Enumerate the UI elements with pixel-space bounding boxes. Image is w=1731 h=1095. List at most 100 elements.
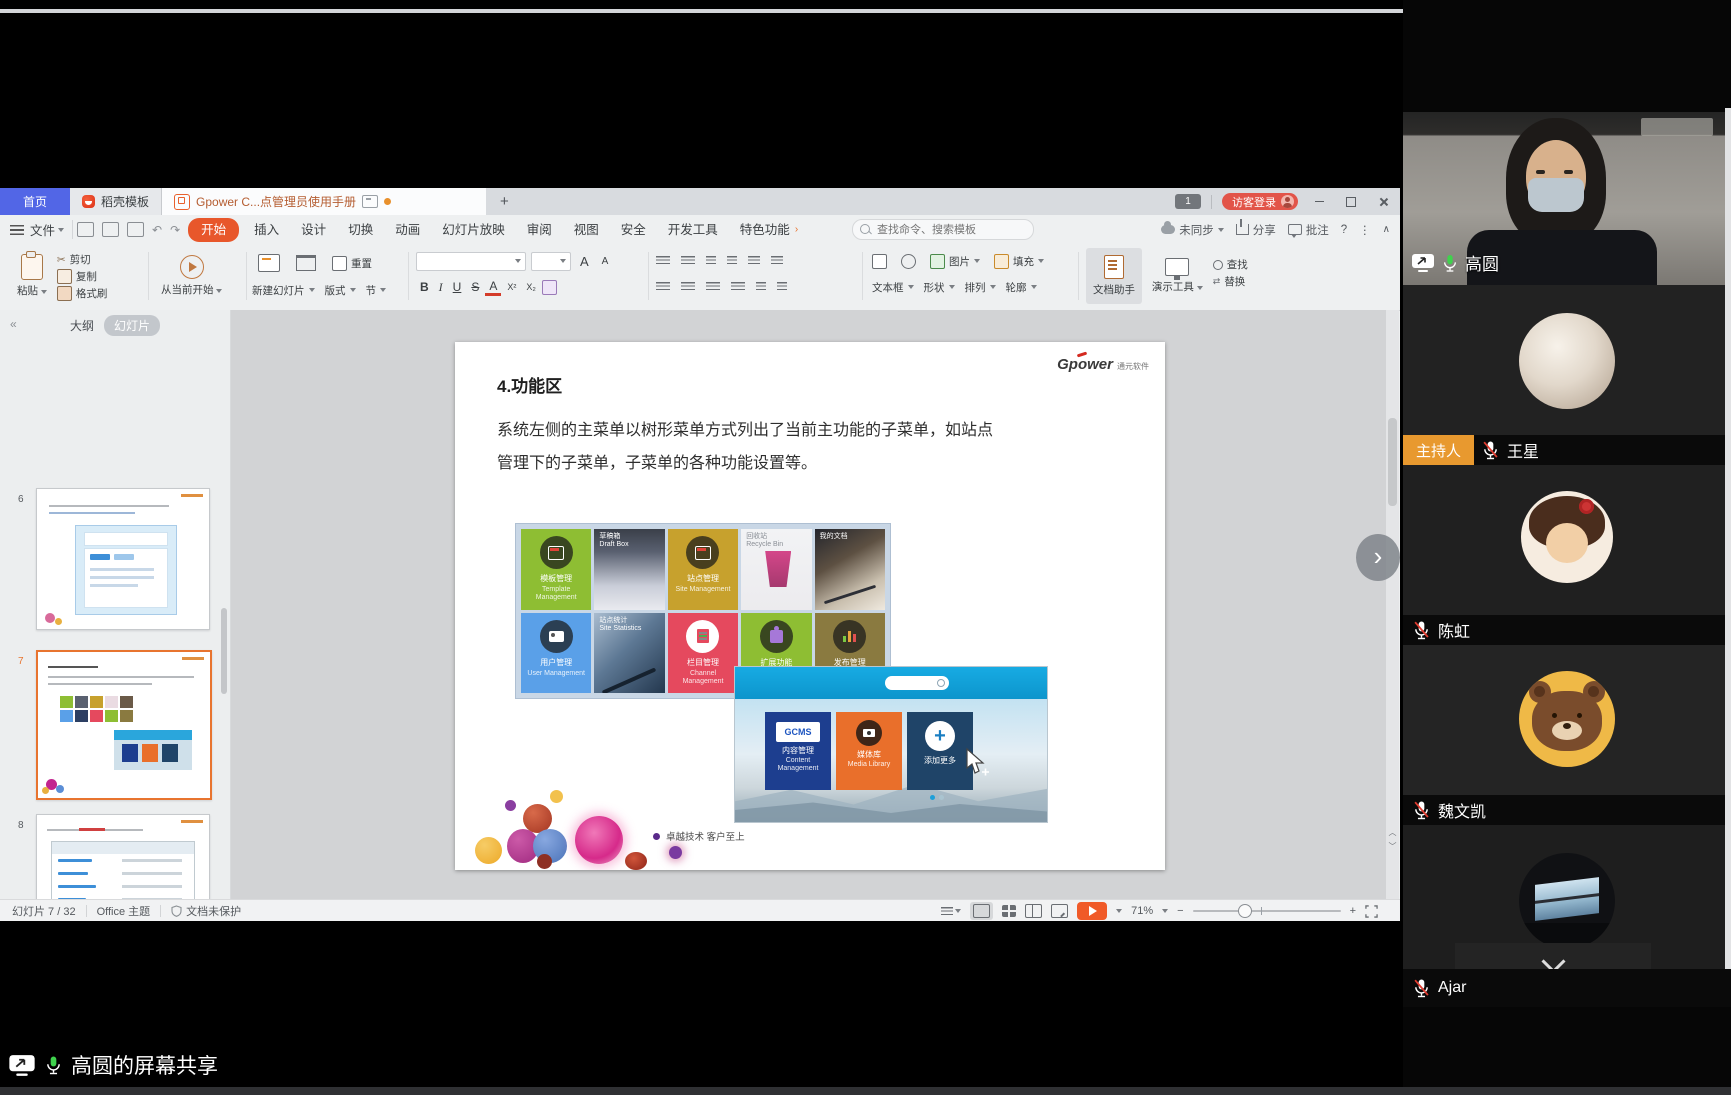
share-button[interactable]: 分享: [1236, 222, 1276, 238]
slide-7[interactable]: Gpower 通元软件 4.功能区 系统左侧的主菜单以树形菜单方式列出了当前主功…: [455, 342, 1165, 870]
canvas-scrollbar[interactable]: ︿ ﹀: [1386, 310, 1399, 899]
quick-preview-icon[interactable]: [127, 222, 144, 237]
text-direction-icon[interactable]: [777, 282, 787, 292]
new-slide-button[interactable]: 新建幻灯片: [252, 282, 315, 299]
present-tools-button[interactable]: 演示工具: [1145, 248, 1210, 304]
outline-button[interactable]: 轮廓: [1006, 279, 1037, 296]
distribute-icon[interactable]: [756, 282, 766, 292]
zoom-in-button[interactable]: +: [1350, 905, 1356, 917]
menu-security[interactable]: 安全: [610, 220, 657, 240]
menu-special-features[interactable]: 特色功能: [729, 220, 801, 240]
quick-save-icon[interactable]: [77, 222, 94, 237]
align-left-icon[interactable]: [656, 282, 670, 292]
bold-button[interactable]: B: [416, 280, 433, 294]
prev-slide-icon[interactable]: ︿: [1388, 828, 1397, 837]
menu-start[interactable]: 开始: [188, 218, 239, 242]
tab-slides[interactable]: 幻灯片: [104, 315, 160, 336]
user-count-badge[interactable]: 1: [1175, 194, 1201, 209]
collapse-ribbon-icon[interactable]: [1383, 224, 1390, 235]
hamburger-icon[interactable]: [10, 225, 24, 235]
menu-insert[interactable]: 插入: [243, 220, 290, 240]
zoom-slider-thumb[interactable]: [1238, 904, 1252, 918]
file-menu[interactable]: 文件: [30, 220, 73, 239]
slide-thumbnail-6[interactable]: [36, 488, 210, 630]
justify-icon[interactable]: [731, 282, 745, 292]
picture-button[interactable]: 图片: [930, 253, 980, 270]
panel-scrollbar[interactable]: [1725, 108, 1731, 1007]
reading-view-button[interactable]: [1025, 904, 1042, 918]
section-button[interactable]: 节: [366, 282, 387, 299]
reset-button[interactable]: 重置: [332, 255, 372, 272]
theme-label[interactable]: Office 主题: [97, 903, 151, 919]
normal-view-button[interactable]: [970, 902, 993, 920]
superscript-button[interactable]: X²: [503, 282, 520, 292]
new-tab-button[interactable]: +: [486, 188, 523, 215]
textbox-icon[interactable]: [872, 254, 887, 269]
chevron-down-icon[interactable]: [1162, 909, 1168, 913]
textbox-button[interactable]: 文本框: [872, 279, 914, 296]
font-family-select[interactable]: [416, 252, 526, 271]
command-search-input[interactable]: [852, 219, 1034, 240]
layout-button[interactable]: 版式: [325, 282, 356, 299]
cut-button[interactable]: ✂剪切: [57, 251, 108, 268]
redo-button[interactable]: ↷: [170, 223, 180, 237]
replace-button[interactable]: ⇄替换: [1213, 273, 1248, 290]
indent-decrease-icon[interactable]: [706, 256, 716, 266]
subscript-button[interactable]: X₂: [522, 282, 540, 292]
participant-wangxing[interactable]: 主持人 王星: [1403, 285, 1731, 465]
align-center-icon[interactable]: [681, 282, 695, 292]
shape-icon[interactable]: [901, 254, 916, 269]
arrange-button[interactable]: 排列: [965, 279, 996, 296]
shrink-font-button[interactable]: A: [598, 256, 613, 267]
menu-design[interactable]: 设计: [290, 220, 337, 240]
close-button[interactable]: [1372, 193, 1394, 211]
grow-font-button[interactable]: A: [576, 254, 593, 269]
menu-review[interactable]: 审阅: [516, 220, 563, 240]
zoom-level[interactable]: 71%: [1131, 905, 1153, 917]
guest-login-button[interactable]: 访客登录: [1222, 193, 1298, 210]
chevron-down-icon[interactable]: [1116, 909, 1122, 913]
tab-docer-templates[interactable]: 稻壳模板: [70, 188, 162, 215]
undo-button[interactable]: ↶: [152, 223, 162, 237]
font-color-button[interactable]: A: [485, 279, 501, 296]
help-button[interactable]: ?: [1341, 224, 1347, 236]
strike-button[interactable]: S: [467, 280, 483, 294]
menu-animation[interactable]: 动画: [384, 220, 431, 240]
scrollbar-thumb[interactable]: [1388, 418, 1397, 506]
next-page-float-button[interactable]: ›: [1356, 534, 1400, 581]
play-from-current-button[interactable]: 从当前开始: [154, 248, 229, 304]
paste-button[interactable]: 粘贴: [10, 248, 54, 304]
highlight-icon[interactable]: [542, 280, 557, 295]
comment-button[interactable]: 批注: [1288, 222, 1329, 238]
menu-overflow-icon[interactable]: ›: [795, 224, 798, 235]
notes-button[interactable]: [941, 907, 961, 915]
doc-assistant-button[interactable]: 文档助手: [1086, 248, 1142, 304]
slideshow-view-button[interactable]: [1051, 904, 1068, 918]
new-slide-icon[interactable]: [258, 254, 280, 272]
play-slideshow-button[interactable]: [1077, 902, 1107, 920]
minimize-button[interactable]: [1308, 193, 1330, 211]
tab-outline[interactable]: 大纲: [70, 317, 94, 334]
bullet-list-icon[interactable]: [656, 256, 670, 266]
shape-button[interactable]: 形状: [924, 279, 955, 296]
quick-print-icon[interactable]: [102, 222, 119, 237]
sidebar-scrollbar[interactable]: [221, 608, 227, 694]
more-menu-icon[interactable]: [1359, 223, 1371, 237]
participant-ajar[interactable]: Ajar: [1403, 825, 1731, 1007]
line-spacing-icon[interactable]: [748, 256, 760, 266]
layout-icon[interactable]: [296, 255, 316, 271]
indent-increase-icon[interactable]: [727, 256, 737, 266]
zoom-slider[interactable]: [1193, 910, 1341, 912]
tab-home[interactable]: 首页: [0, 188, 70, 215]
find-button[interactable]: 查找: [1213, 256, 1248, 273]
font-size-select[interactable]: [531, 252, 571, 271]
numbered-list-icon[interactable]: [681, 256, 695, 266]
columns-icon[interactable]: [771, 256, 783, 266]
sync-status[interactable]: 未同步: [1161, 222, 1224, 238]
participant-weiwenkai[interactable]: 魏文凯: [1403, 645, 1731, 825]
menu-view[interactable]: 视图: [563, 220, 610, 240]
italic-button[interactable]: I: [435, 280, 447, 295]
copy-button[interactable]: 复制: [57, 268, 108, 285]
participant-chenhong[interactable]: 陈虹: [1403, 465, 1731, 645]
zoom-out-button[interactable]: −: [1177, 905, 1183, 917]
